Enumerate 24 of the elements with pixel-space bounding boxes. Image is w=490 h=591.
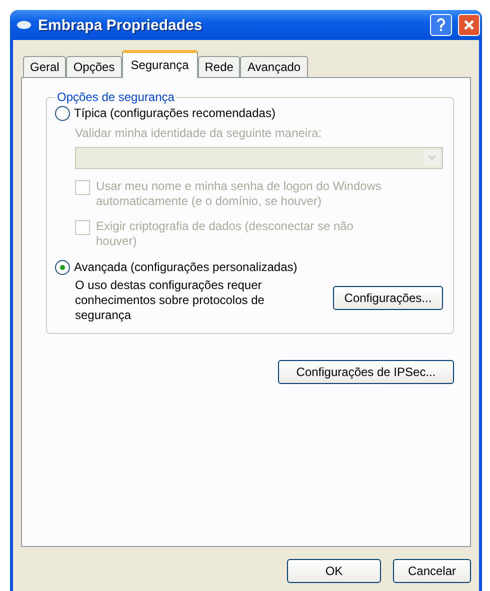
tab[interactable]: Geral — [23, 56, 66, 77]
tab[interactable]: Avançado — [240, 56, 308, 77]
group-title: Opções de segurança — [56, 90, 176, 104]
checkbox-label: Usar meu nome e minha senha de logon do Windows automaticamente (e o domínio, se houver) — [96, 179, 382, 209]
ipsec-settings-button[interactable]: Configurações de IPSec... — [278, 360, 454, 384]
close-button[interactable] — [458, 14, 480, 36]
tab[interactable]: Segurança — [122, 50, 198, 78]
checkbox-label: Exigir criptografia de dados (desconectar se não houver) — [96, 219, 354, 249]
dropdown-field[interactable] — [75, 147, 443, 169]
radio-label: Típica (configurações recomendadas) — [74, 106, 276, 121]
dialog-button[interactable]: Cancelar — [393, 559, 471, 583]
description-text: O uso destas configurações requer conhecimentos sobre protocolos de segurança — [75, 278, 266, 323]
help-icon — [436, 18, 446, 32]
close-icon — [463, 19, 475, 31]
radio-button[interactable] — [55, 260, 70, 275]
help-button[interactable] — [430, 14, 452, 36]
settings-button[interactable]: Configurações... — [333, 286, 443, 310]
dialog-button[interactable]: OK — [287, 559, 381, 583]
window-title: Embrapa Propriedades — [38, 16, 204, 34]
field-label: Validar minha identidade da seguinte maneira: — [75, 126, 323, 141]
chevron-down-icon — [424, 150, 440, 166]
tab[interactable]: Rede — [198, 56, 240, 77]
radio-label: Avançada (configurações personalizadas) — [74, 260, 298, 275]
tab[interactable]: Opções — [66, 56, 122, 77]
